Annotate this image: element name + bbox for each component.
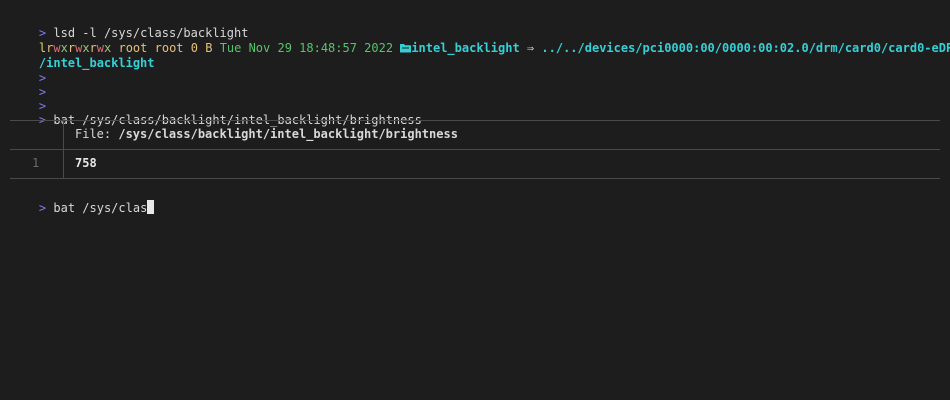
command-input-line[interactable]: > bat /sys/clas: [10, 185, 155, 215]
bat-top-rule: [10, 120, 940, 121]
file-size: 0 B: [190, 41, 213, 55]
link-name: intel_backlight: [411, 41, 520, 55]
text-cursor: [147, 200, 155, 214]
prompt-symbol: >: [38, 201, 47, 215]
symlink-target-wrap: /intel_backlight: [10, 41, 155, 70]
symlink-target: ../../devices/pci0000:00/0000:00:02.0/dr…: [541, 41, 950, 55]
listing-row: lrwxrwxrwx root root 0 B Tue Nov 29 18:4…: [10, 26, 950, 55]
bat-file-header: File: /sys/class/backlight/intel_backlig…: [75, 127, 458, 142]
command-input[interactable]: bat /sys/clas: [53, 201, 147, 215]
symlink-target-continued: /intel_backlight: [38, 56, 155, 70]
bat-middle-rule: [10, 149, 940, 150]
command-line-bat: > bat /sys/class/backlight/intel_backlig…: [10, 98, 422, 127]
empty-prompt-line: >: [10, 56, 46, 85]
file-group: root: [154, 41, 184, 55]
empty-prompt-line: >: [10, 84, 46, 113]
symlink-arrow: ⇒: [526, 41, 535, 55]
file-date: Tue Nov 29 18:48:57 2022: [219, 41, 394, 55]
file-path: /sys/class/backlight/intel_backlight/bri…: [118, 127, 458, 141]
line-number: 1: [32, 156, 40, 170]
command-line-lsd: > lsd -l /sys/class/backlight: [10, 11, 249, 40]
file-label: File:: [75, 127, 112, 141]
folder-icon: [400, 42, 412, 57]
empty-prompt-line: >: [10, 70, 46, 99]
terminal-window[interactable]: > lsd -l /sys/class/backlight lrwxrwxrwx…: [0, 0, 950, 400]
bat-bottom-rule: [10, 178, 940, 179]
file-content: 758: [75, 156, 97, 170]
